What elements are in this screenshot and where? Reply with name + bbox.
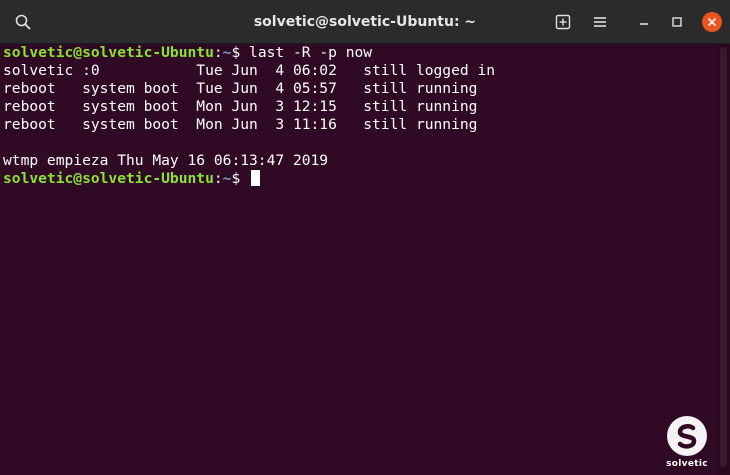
output-line: wtmp empieza Thu May 16 06:13:47 2019	[3, 152, 329, 169]
command-text: last -R -p now	[249, 44, 373, 61]
output-line: reboot system boot Tue Jun 4 05:57 still…	[3, 80, 478, 97]
window-title: solvetic@solvetic-Ubuntu: ~	[253, 14, 477, 30]
new-tab-icon	[555, 14, 571, 30]
prompt-colon: :	[213, 170, 223, 187]
search-button[interactable]	[8, 7, 38, 37]
output-line: reboot system boot Mon Jun 3 11:16 still…	[3, 116, 478, 133]
hamburger-menu-icon	[594, 17, 606, 27]
maximize-button[interactable]	[662, 7, 692, 37]
output-line: solvetic :0 Tue Jun 4 06:02 still logged…	[3, 62, 496, 79]
scrollbar-thumb[interactable]	[720, 47, 727, 467]
title-bar[interactable]: solvetic@solvetic-Ubuntu: ~	[0, 0, 730, 44]
watermark-logo: solvetic	[655, 414, 719, 472]
solvetic-logo-icon	[667, 416, 707, 456]
close-icon	[708, 18, 716, 26]
prompt-user-host: solvetic@solvetic-Ubuntu	[3, 170, 214, 187]
prompt-symbol: $	[231, 170, 250, 187]
watermark-text: solvetic	[666, 459, 708, 469]
minimize-icon	[640, 23, 648, 25]
new-tab-button[interactable]	[548, 7, 578, 37]
minimize-button[interactable]	[629, 7, 659, 37]
prompt-user-host: solvetic@solvetic-Ubuntu	[3, 44, 214, 61]
command-line: solvetic@solvetic-Ubuntu:~$ last -R -p n…	[3, 44, 717, 62]
terminal-window: solvetic@solvetic-Ubuntu: ~ solvetic@sol…	[0, 0, 730, 475]
menu-button[interactable]	[585, 7, 615, 37]
prompt-symbol: $	[231, 44, 250, 61]
maximize-icon	[672, 17, 682, 27]
search-icon	[15, 14, 31, 30]
prompt-colon: :	[213, 44, 223, 61]
output-line: reboot system boot Mon Jun 3 12:15 still…	[3, 98, 478, 115]
text-cursor	[251, 170, 261, 186]
terminal-content[interactable]: solvetic@solvetic-Ubuntu:~$ last -R -p n…	[0, 44, 717, 475]
scrollbar[interactable]	[717, 44, 730, 475]
close-button[interactable]	[702, 12, 722, 32]
active-prompt-line[interactable]: solvetic@solvetic-Ubuntu:~$	[3, 170, 717, 188]
